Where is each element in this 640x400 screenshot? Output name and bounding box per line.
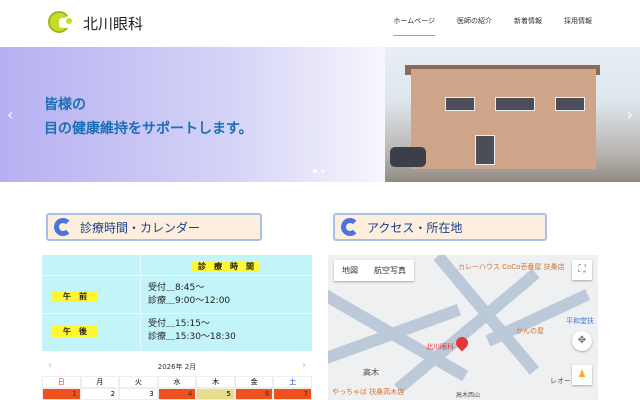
calendar-header: ‹ 2026年 2月 › xyxy=(42,360,312,372)
map-poi: 平和堂扶 xyxy=(566,317,594,325)
map-poi: 高木西山 xyxy=(456,392,481,399)
map-poi[interactable]: かんの屋 xyxy=(516,326,544,336)
access-section-title: アクセス・所在地 xyxy=(333,213,547,241)
calendar-day[interactable]: 6 xyxy=(234,388,274,400)
calendar-grid: 日 月 火 水 木 金 土 1 2 3 4 5 6 7 xyxy=(42,376,312,400)
hero-line-2: 目の健康維持をサポートします。 xyxy=(44,121,253,137)
map-marker-label[interactable]: 北川眼科 xyxy=(426,342,454,352)
map-type-map[interactable]: 地図 xyxy=(334,260,366,281)
calendar-day[interactable]: 5 xyxy=(196,388,235,400)
access-title-text: アクセス・所在地 xyxy=(367,220,463,235)
hours-title-text: 診療時間・カレンダー xyxy=(80,220,201,235)
afternoon-reception: 受付＿15:15～ xyxy=(148,319,210,329)
afternoon-consultation: 診療＿15:30～18:30 xyxy=(148,332,236,342)
main-nav: ホームページ 医師の紹介 新着情報 採用情報 xyxy=(393,16,592,36)
c-icon xyxy=(341,218,359,236)
clinic-photo xyxy=(385,47,640,182)
calendar-day[interactable]: 3 xyxy=(119,388,158,400)
logo-text: 北川眼科 xyxy=(83,14,144,33)
slider-dots xyxy=(313,169,325,173)
morning-reception: 受付＿8:45～ xyxy=(148,283,205,293)
map-poi[interactable]: カレーハウス CoCo壱番屋 扶桑店 xyxy=(458,262,565,272)
morning-label: 午 前 xyxy=(52,291,98,302)
hours-section-title: 診療時間・カレンダー xyxy=(46,213,262,241)
fullscreen-icon[interactable]: ⛶ xyxy=(572,260,592,280)
calendar-month: 2026年 2月 xyxy=(157,363,197,371)
weekday: 日 xyxy=(42,376,81,388)
calendar-day[interactable]: 7 xyxy=(273,388,312,400)
hero-headline: 皆様の 目の健康維持をサポートします。 xyxy=(44,93,253,141)
calendar-day[interactable]: 2 xyxy=(80,388,120,400)
slider-prev-icon[interactable]: ‹ xyxy=(7,105,13,124)
nav-doctor[interactable]: 医師の紹介 xyxy=(457,16,492,36)
hours-table: 診 療 時 間 午 前 受付＿8:45～ 診療＿9:00～12:00 午 後 受… xyxy=(42,255,312,351)
slider-dot[interactable] xyxy=(321,169,325,173)
calendar-next-icon[interactable]: › xyxy=(302,360,306,371)
calendar-day[interactable]: 1 xyxy=(42,388,81,400)
weekday: 火 xyxy=(119,376,158,388)
weekday: 水 xyxy=(157,376,197,388)
logo-icon xyxy=(48,11,74,35)
slider-next-icon[interactable]: › xyxy=(627,105,633,124)
logo[interactable]: 北川眼科 xyxy=(48,11,143,35)
afternoon-label: 午 後 xyxy=(52,326,98,337)
hours-header: 診 療 時 間 xyxy=(192,262,260,271)
weekday: 金 xyxy=(234,376,274,388)
map-poi: レオー xyxy=(550,377,571,385)
hero-slider: 皆様の 目の健康維持をサポートします。 ‹ › xyxy=(0,47,640,182)
map-type-satellite[interactable]: 航空写真 xyxy=(366,260,414,281)
hero-line-1: 皆様の xyxy=(44,97,86,113)
map-type-control: 地図 航空写真 xyxy=(334,260,414,281)
morning-consultation: 診療＿9:00～12:00 xyxy=(148,296,231,306)
map-poi[interactable]: やっちゃば 扶桑高木店 xyxy=(332,387,404,397)
recenter-icon[interactable]: ✥ xyxy=(572,331,592,351)
site-header: 北川眼科 ホームページ 医師の紹介 新着情報 採用情報 xyxy=(0,0,640,47)
google-map[interactable]: 地図 航空写真 ⛶ ✥ ♟ カレーハウス CoCo壱番屋 扶桑店 かんの屋 やっ… xyxy=(328,255,598,400)
weekday: 月 xyxy=(80,376,120,388)
weekday: 木 xyxy=(196,376,235,388)
slider-dot[interactable] xyxy=(313,169,317,173)
calendar-prev-icon[interactable]: ‹ xyxy=(48,360,52,371)
map-area-label: 高木 xyxy=(363,368,379,377)
nav-news[interactable]: 新着情報 xyxy=(514,16,542,36)
weekday: 土 xyxy=(273,376,312,388)
street-view-icon[interactable]: ♟ xyxy=(572,365,592,385)
calendar-day[interactable]: 4 xyxy=(157,388,197,400)
nav-home[interactable]: ホームページ xyxy=(393,16,435,36)
nav-recruit[interactable]: 採用情報 xyxy=(564,16,592,36)
c-icon xyxy=(54,218,72,236)
